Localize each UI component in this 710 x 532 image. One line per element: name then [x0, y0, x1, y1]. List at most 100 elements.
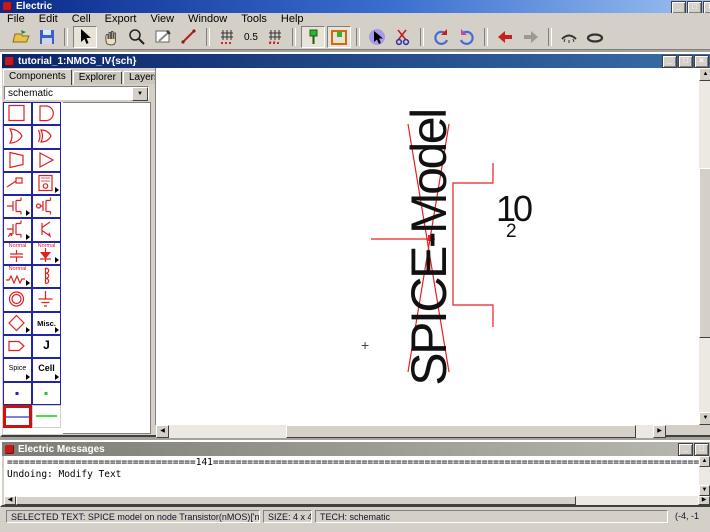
canvas-horizontal-scrollbar[interactable]: ◀ ▶	[156, 425, 666, 438]
messages-icon	[5, 445, 14, 454]
scroll-up-arrow[interactable]: ▲	[699, 456, 710, 467]
palette-cell-diode[interactable]: Normal	[32, 242, 61, 265]
menu-edit[interactable]: Edit	[32, 13, 65, 25]
menu-export[interactable]: Export	[98, 13, 144, 25]
palette-cell-instance[interactable]	[32, 172, 61, 195]
expand-button[interactable]	[557, 26, 581, 48]
edit-close-button[interactable]: ×	[694, 55, 709, 68]
open-button[interactable]	[9, 26, 33, 48]
palette-cell-misc[interactable]: Misc.	[32, 312, 61, 335]
palette-cell-pure[interactable]	[3, 405, 32, 428]
grid-button[interactable]	[215, 26, 239, 48]
palette-cell-nmos-4port[interactable]	[3, 218, 32, 241]
edit-window-title: tutorial_1:NMOS_IV{sch}	[18, 56, 136, 67]
messages-minimize-button[interactable]: _	[678, 443, 693, 456]
submenu-arrow-icon	[26, 280, 30, 286]
scroll-down-arrow[interactable]: ▼	[699, 412, 710, 425]
spice-model-text[interactable]: SPICE-Model	[400, 110, 458, 385]
palette-cell-resistor[interactable]: Normal	[3, 265, 32, 288]
grid-alignment-button[interactable]	[263, 26, 287, 48]
palette-cell-capacitor[interactable]: Normal	[3, 242, 32, 265]
pin-toggle-button[interactable]	[301, 26, 325, 48]
palette-cell-blue-pin[interactable]	[3, 382, 32, 405]
palette-cell-nmos[interactable]	[3, 195, 32, 218]
scroll-thumb[interactable]	[16, 496, 576, 505]
palette-cell-square[interactable]	[3, 102, 32, 125]
palette-cell-gate-and[interactable]	[32, 102, 61, 125]
scroll-right-arrow[interactable]: ▶	[653, 425, 666, 438]
scroll-down-arrow[interactable]: ▼	[699, 485, 710, 496]
status-technology: TECH: schematic	[315, 510, 668, 523]
canvas-vertical-scrollbar[interactable]: ▲ ▼	[699, 68, 710, 425]
palette-cell-gate-or[interactable]	[3, 125, 32, 148]
edit-window-titlebar[interactable]: tutorial_1:NMOS_IV{sch} _ □ ×	[2, 54, 710, 68]
palette-cell-green-wire[interactable]	[32, 405, 61, 428]
palette-cell-cell[interactable]: Cell	[32, 358, 61, 381]
menu-tools[interactable]: Tools	[234, 13, 274, 25]
rotate-ccw-button[interactable]	[429, 26, 453, 48]
palette-cell-npn[interactable]	[32, 218, 61, 241]
scroll-right-arrow[interactable]: ▶	[698, 496, 710, 505]
messages-vertical-scrollbar[interactable]: ▲ ▼	[699, 456, 710, 496]
submenu-arrow-icon	[26, 374, 30, 380]
collapse-button[interactable]	[583, 26, 607, 48]
schematic-canvas[interactable]: SPICE-Model 10 2 +	[155, 68, 699, 425]
palette-cell-inductor[interactable]	[32, 265, 61, 288]
messages-titlebar[interactable]: Electric Messages _ □	[2, 442, 710, 456]
select-objects-button[interactable]	[365, 26, 389, 48]
palette-cell-josephson[interactable]: J	[32, 335, 61, 358]
messages-log[interactable]: =================================141====…	[4, 456, 699, 496]
messages-horizontal-scrollbar[interactable]: ◀ ▶	[4, 496, 710, 505]
scroll-thumb[interactable]	[699, 168, 710, 338]
scroll-left-arrow[interactable]: ◀	[4, 496, 16, 505]
palette-cell-wire[interactable]	[3, 172, 32, 195]
tab-explorer[interactable]: Explorer	[73, 71, 122, 84]
messages-maximize-button[interactable]: □	[694, 443, 709, 456]
toolbar-separator	[484, 28, 488, 46]
palette-cell-mux[interactable]	[3, 149, 32, 172]
palette-cell-circle[interactable]	[3, 288, 32, 311]
log-line: Undoing: Modify Text	[7, 469, 696, 481]
tab-components[interactable]: Components	[3, 69, 72, 85]
rotate-cw-button[interactable]	[455, 26, 479, 48]
palette-cell-offpage[interactable]	[3, 335, 32, 358]
scroll-thumb[interactable]	[286, 425, 636, 438]
edit-maximize-button[interactable]: □	[678, 55, 693, 68]
menu-window[interactable]: Window	[181, 13, 234, 25]
menu-help[interactable]: Help	[274, 13, 311, 25]
save-button[interactable]	[35, 26, 59, 48]
edit-minimize-button[interactable]: _	[662, 55, 677, 68]
panel-tabs: Components Explorer Layers	[3, 69, 166, 84]
special-select-button[interactable]	[391, 26, 415, 48]
undo-button[interactable]	[493, 26, 517, 48]
technology-select[interactable]: schematic ▼	[4, 86, 149, 100]
palette-cell-diamond[interactable]	[3, 312, 32, 335]
scroll-up-arrow[interactable]: ▲	[699, 68, 710, 81]
zoom-button[interactable]	[125, 26, 149, 48]
toolbar-separator	[206, 28, 210, 46]
toolbar-separator	[356, 28, 360, 46]
menu-view[interactable]: View	[143, 13, 181, 25]
export-toggle-button[interactable]	[327, 26, 351, 48]
status-selected-text: SELECTED TEXT: SPICE model on node Trans…	[6, 510, 260, 523]
redo-button[interactable]	[519, 26, 543, 48]
palette-cell-green-pin[interactable]	[32, 382, 61, 405]
scroll-left-arrow[interactable]: ◀	[156, 425, 169, 438]
palette-cell-pmos[interactable]	[32, 195, 61, 218]
status-coordinates: (-4, -1	[671, 510, 710, 523]
pan-button[interactable]	[99, 26, 123, 48]
palette-cell-buffer[interactable]	[32, 149, 61, 172]
chevron-down-icon[interactable]: ▼	[132, 87, 148, 101]
menu-file[interactable]: File	[0, 13, 32, 25]
zoom-half-button[interactable]: 0.5	[240, 32, 262, 43]
electric-application-window: Electric _ □ × File Edit Cell Export Vie…	[0, 0, 710, 532]
select-arrow-button[interactable]	[73, 26, 97, 48]
messages-title: Electric Messages	[18, 444, 105, 455]
palette-cell-ground[interactable]	[32, 288, 61, 311]
transistor-length-value[interactable]: 2	[506, 221, 517, 243]
menu-cell[interactable]: Cell	[65, 13, 98, 25]
palette-cell-gate-xor[interactable]	[32, 125, 61, 148]
select-area-button[interactable]	[151, 26, 175, 48]
wiring-button[interactable]	[177, 26, 201, 48]
palette-cell-spice[interactable]: Spice	[3, 358, 32, 381]
